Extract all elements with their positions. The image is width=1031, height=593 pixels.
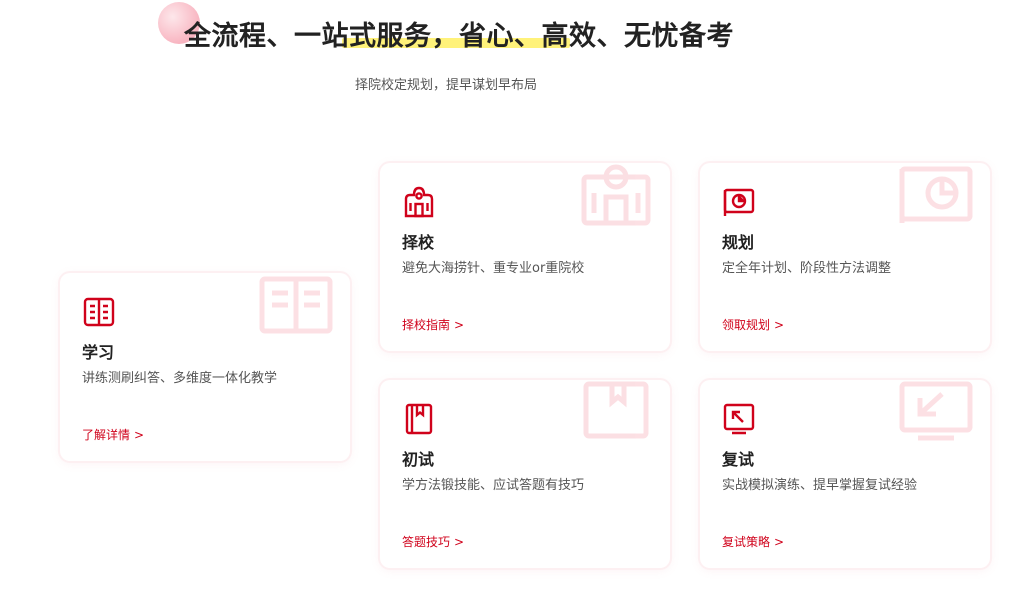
- link-label: 了解详情: [82, 428, 131, 442]
- page-title: 全流程、一站式服务，省心、高效、无忧备考: [184, 21, 734, 52]
- card-plan[interactable]: 规划 定全年计划、阶段性方法调整 领取规划 >: [700, 163, 990, 351]
- chevron-right-icon: >: [454, 318, 465, 332]
- card-title: 学习: [82, 343, 115, 362]
- card-description: 实战模拟演练、提早掌握复试经验: [722, 478, 918, 493]
- book-watermark-icon: [259, 276, 333, 334]
- link-label: 领取规划: [722, 318, 771, 332]
- card-study[interactable]: 学习 讲练测刷纠答、多维度一体化教学 了解详情 >: [60, 273, 350, 461]
- card-retest[interactable]: 复试 实战模拟演练、提早掌握复试经验 复试策略 >: [700, 380, 990, 568]
- learn-more-link[interactable]: 了解详情 >: [82, 426, 144, 443]
- chart-watermark-icon: [899, 166, 973, 223]
- card-title: 初试: [402, 450, 435, 469]
- card-title: 复试: [722, 450, 755, 469]
- card-title: 规划: [722, 233, 755, 252]
- link-label: 复试策略: [722, 535, 771, 549]
- card-school[interactable]: 择校 避免大海捞针、重专业or重院校 择校指南 >: [380, 163, 670, 351]
- screen-watermark-icon: [899, 381, 973, 441]
- bookmark-watermark-icon: [583, 381, 649, 439]
- bookmark-book-icon: [405, 403, 433, 435]
- card-description: 避免大海捞针、重专业or重院校: [402, 261, 585, 276]
- link-label: 择校指南: [402, 318, 451, 332]
- chevron-right-icon: >: [454, 535, 465, 549]
- card-description: 讲练测刷纠答、多维度一体化教学: [82, 371, 278, 386]
- card-initial-exam[interactable]: 初试 学方法锻技能、应试答题有技巧 答题技巧 >: [380, 380, 670, 568]
- get-plan-link[interactable]: 领取规划 >: [722, 316, 784, 333]
- retest-strategy-link[interactable]: 复试策略 >: [722, 533, 784, 550]
- pie-chart-icon: [723, 188, 755, 216]
- school-building-icon: [404, 186, 434, 218]
- book-icon: [83, 297, 115, 327]
- school-guide-link[interactable]: 择校指南 >: [402, 316, 464, 333]
- screen-arrow-icon: [723, 403, 755, 435]
- link-label: 答题技巧: [402, 535, 451, 549]
- chevron-right-icon: >: [134, 428, 145, 442]
- card-title: 择校: [402, 233, 435, 252]
- card-description: 学方法锻技能、应试答题有技巧: [402, 478, 585, 493]
- answer-tips-link[interactable]: 答题技巧 >: [402, 533, 464, 550]
- page-subtitle: 择院校定规划，提早谋划早布局: [355, 78, 538, 93]
- school-watermark-icon: [581, 164, 651, 226]
- chevron-right-icon: >: [774, 535, 785, 549]
- card-description: 定全年计划、阶段性方法调整: [722, 261, 892, 276]
- chevron-right-icon: >: [774, 318, 785, 332]
